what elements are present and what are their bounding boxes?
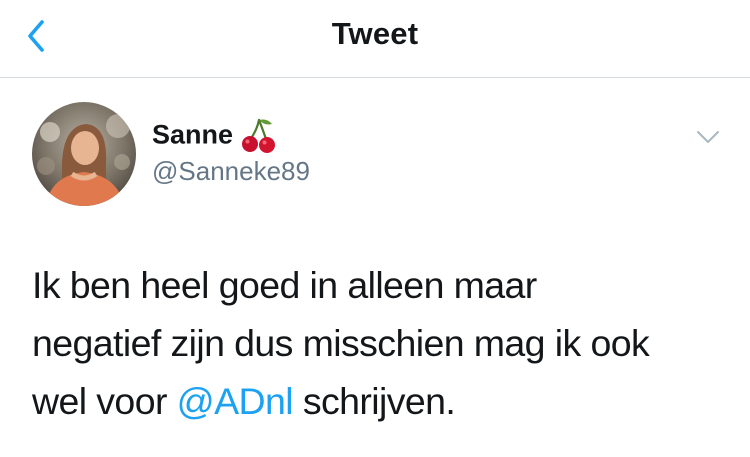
chevron-down-icon [697, 131, 719, 143]
tweet-text: Ik ben heel goed in alleen maar negatief… [32, 256, 732, 430]
author-name[interactable]: Sanne [152, 120, 233, 150]
avatar-image [32, 102, 136, 206]
author-name-row: Sanne [152, 116, 277, 156]
tweet-text-segment: wel voor [32, 380, 177, 422]
page-title: Tweet [331, 16, 419, 51]
tweet-line: negatief zijn dus misschien mag ik ook [32, 322, 650, 364]
avatar[interactable] [32, 102, 136, 206]
more-options-button[interactable] [695, 128, 721, 146]
top-navigation-bar: Tweet [0, 0, 750, 78]
tweet-line: Ik ben heel goed in alleen maar [32, 264, 537, 306]
mention-link[interactable]: @ADnl [177, 380, 294, 422]
tweet-text-segment: schrijven. [293, 380, 456, 422]
author-handle[interactable]: @Sanneke89 [152, 156, 310, 187]
tweet-line: wel voor @ADnl schrijven. [32, 372, 732, 430]
cherries-icon [241, 116, 277, 154]
